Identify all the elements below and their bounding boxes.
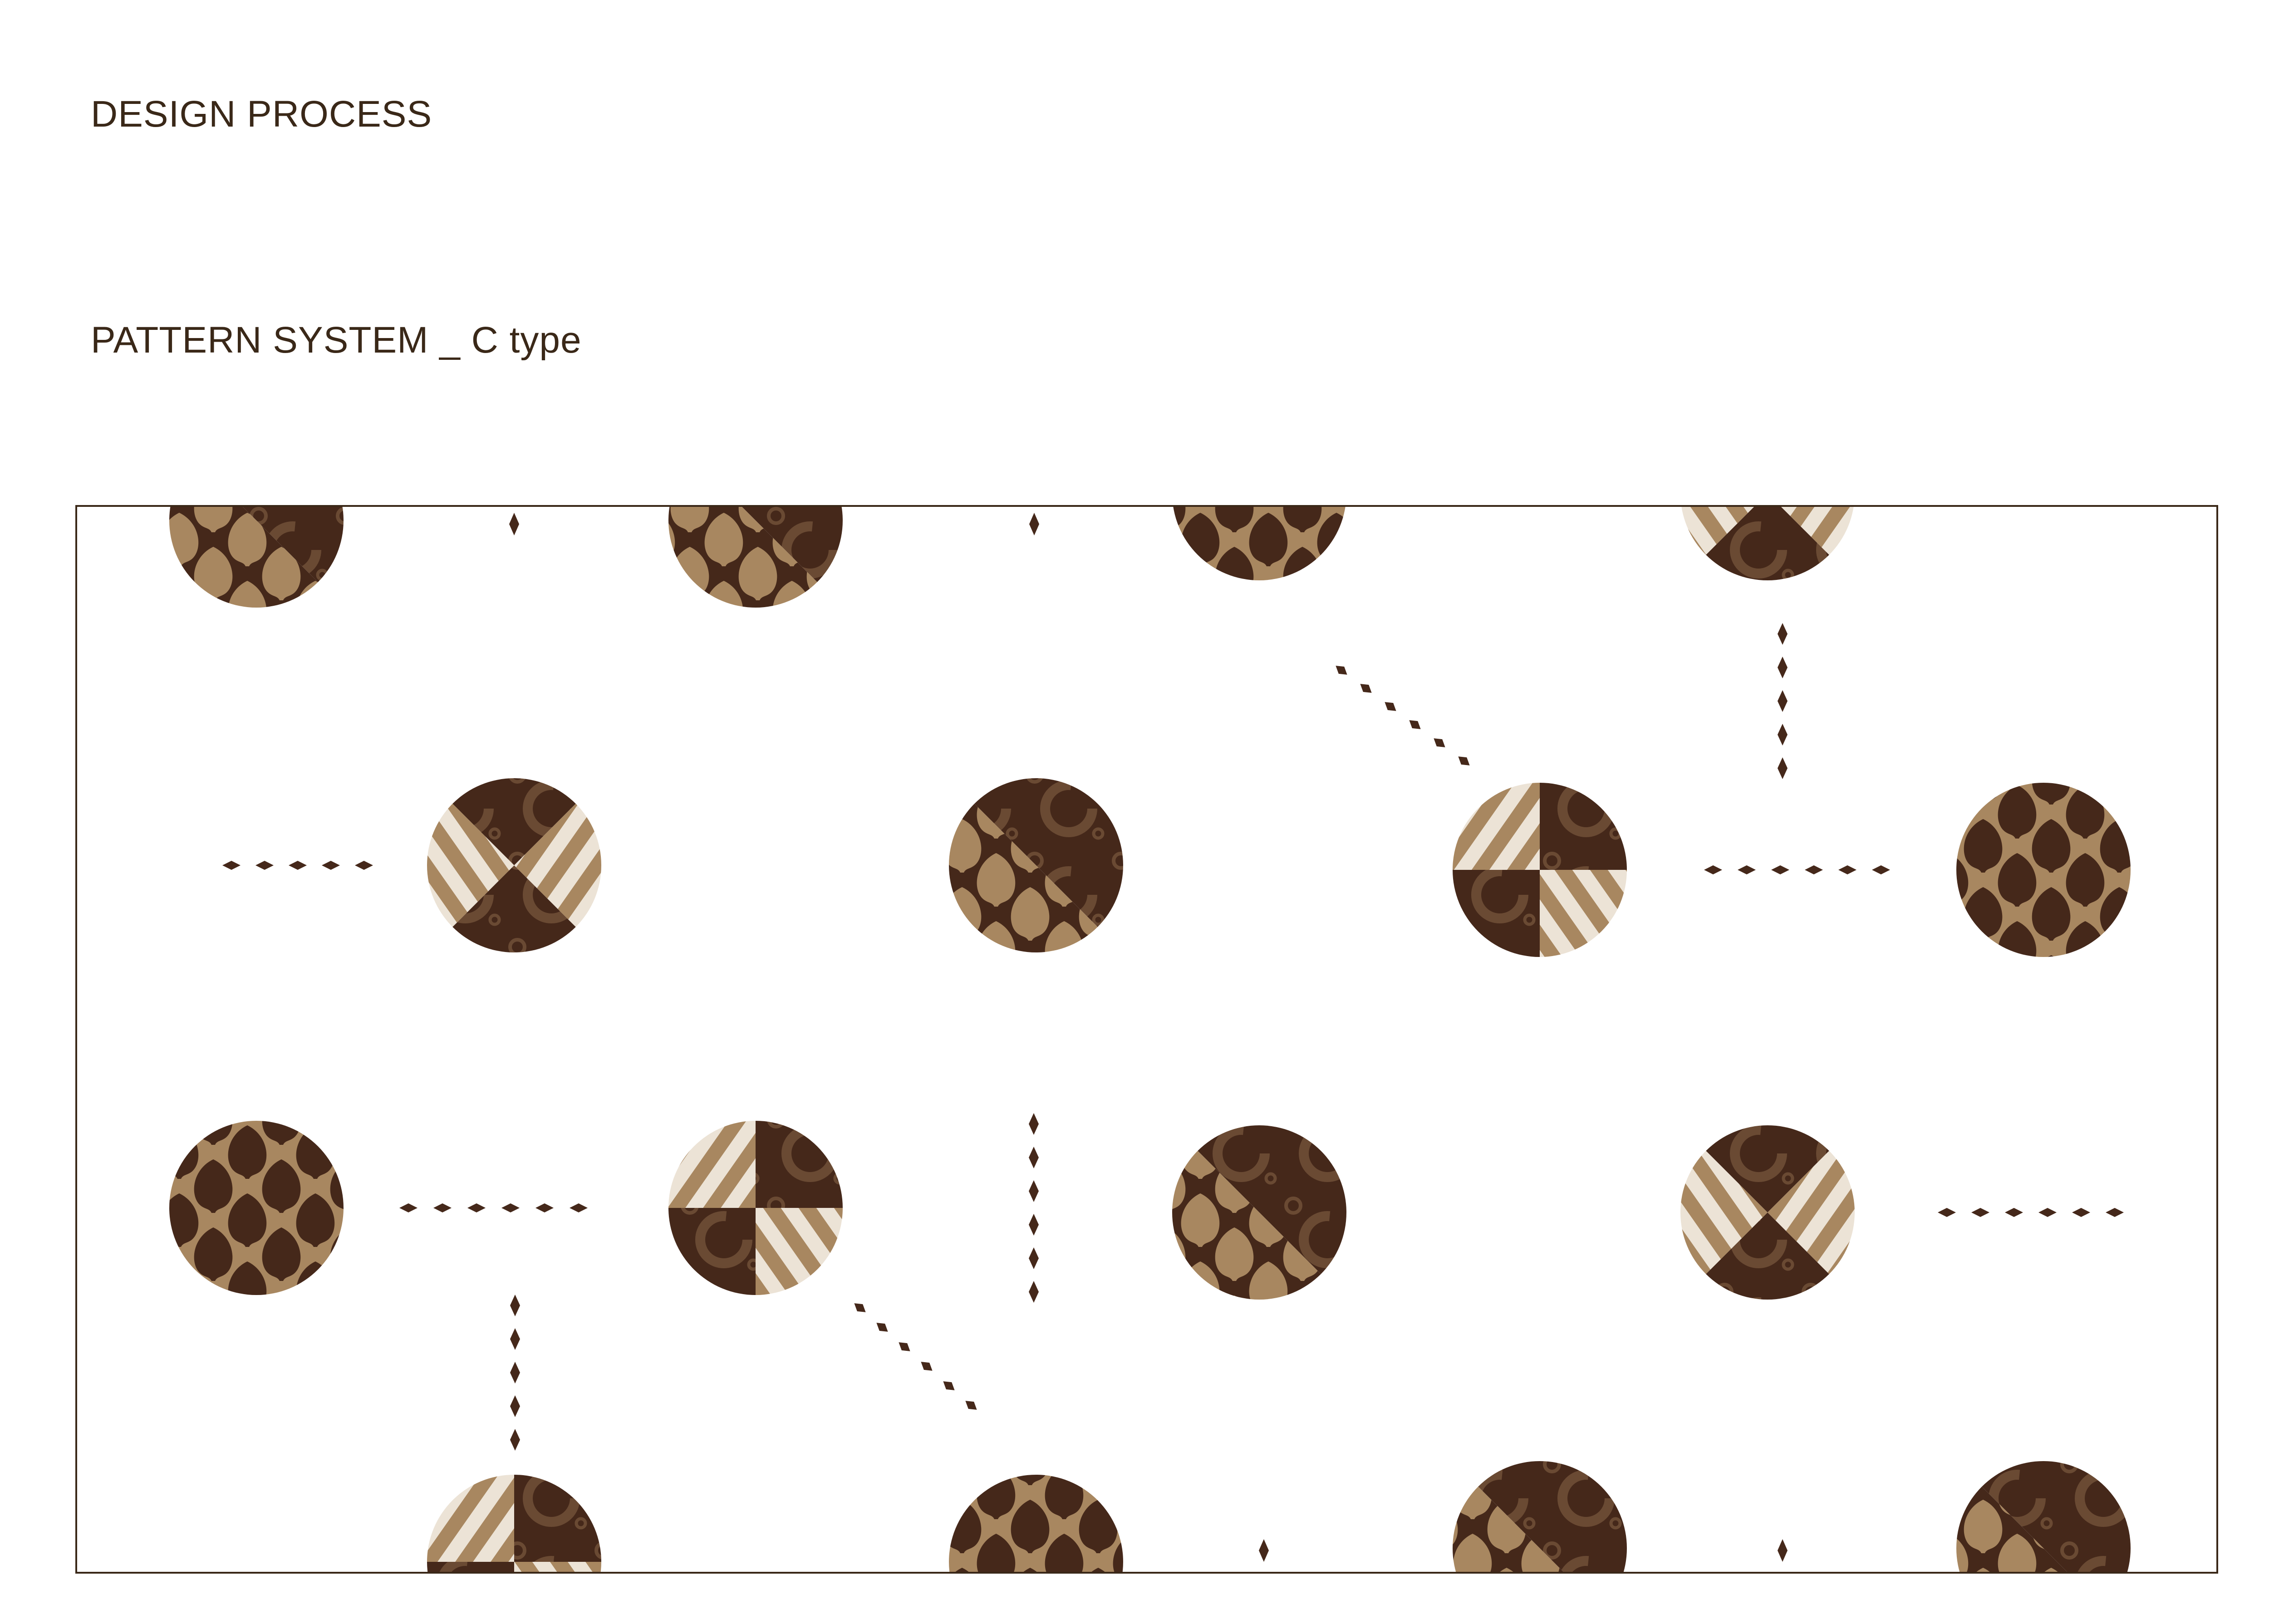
- pattern-medallion: [169, 1121, 344, 1295]
- pattern-medallion: [1956, 1461, 2131, 1572]
- diamond-dot: [854, 1303, 866, 1312]
- pattern-medallion: [1453, 783, 1627, 957]
- diamond-dot: [1738, 865, 1756, 874]
- pattern-medallion: [1680, 507, 1855, 580]
- diamond-dot: [255, 861, 274, 870]
- diamond-dot: [322, 861, 340, 870]
- diamond-dot: [1029, 1113, 1039, 1135]
- diamond-dot: [1778, 690, 1788, 712]
- diamond-dot: [510, 1328, 520, 1350]
- diamond-dot: [1409, 720, 1421, 729]
- diamond-dot: [1259, 1539, 1269, 1562]
- diamond-dot: [1771, 865, 1789, 874]
- diamond-dot: [501, 1203, 520, 1212]
- diamond-dot: [1778, 724, 1788, 746]
- diamond-dot: [1704, 865, 1722, 874]
- diamond-dot: [1029, 1281, 1039, 1303]
- diamond-dot: [965, 1401, 977, 1410]
- pattern-medallion: [668, 1121, 843, 1295]
- diamond-dot: [570, 1203, 588, 1212]
- diamond-dot: [1029, 1147, 1039, 1168]
- diamond-dot: [2072, 1208, 2090, 1217]
- diamond-dot: [876, 1323, 888, 1332]
- diamond-dot: [509, 513, 519, 535]
- pattern-medallion: [668, 507, 843, 608]
- diamond-dot: [899, 1342, 910, 1351]
- diamond-dot: [535, 1203, 554, 1212]
- diamond-dot: [433, 1203, 452, 1212]
- pattern-medallion: [1453, 1461, 1627, 1572]
- diamond-dot: [510, 1429, 520, 1451]
- pattern-medallion: [1680, 1125, 1855, 1300]
- diamond-dot: [222, 861, 241, 870]
- diamond-dot: [1434, 738, 1445, 747]
- diamond-dot: [1458, 756, 1470, 765]
- diamond-dot: [1778, 1539, 1788, 1562]
- diamond-dot: [2106, 1208, 2124, 1217]
- pattern-medallion: [1172, 1125, 1346, 1300]
- diamond-dot: [2038, 1208, 2057, 1217]
- diamond-dot: [510, 1295, 520, 1316]
- pattern-system-subtitle: PATTERN SYSTEM _ C type: [91, 319, 582, 361]
- diamond-dot: [1778, 623, 1788, 645]
- diamond-dot: [510, 1395, 520, 1417]
- diamond-dot: [1838, 865, 1856, 874]
- diamond-dot: [355, 861, 373, 870]
- diamond-dot: [289, 861, 307, 870]
- pattern-medallion: [427, 1475, 601, 1572]
- diamond-dot: [1029, 1180, 1039, 1202]
- diamond-dot: [1360, 684, 1372, 693]
- diamond-dot: [921, 1362, 933, 1371]
- diamond-dot: [1385, 702, 1396, 711]
- pattern-medallion: [949, 778, 1123, 952]
- section-title: DESIGN PROCESS: [91, 93, 432, 135]
- diamond-dot: [1938, 1208, 1956, 1217]
- diamond-dot: [2005, 1208, 2023, 1217]
- diamond-dot: [1336, 666, 1347, 675]
- diamond-dot: [1778, 657, 1788, 678]
- pattern-medallion: [427, 778, 601, 952]
- pattern-medallion: [949, 1475, 1123, 1572]
- pattern-medallion: [1956, 783, 2131, 957]
- diamond-dot: [943, 1381, 955, 1390]
- pattern-medallion: [169, 507, 344, 608]
- pattern-svg: [169, 507, 2131, 1572]
- diamond-dot: [1778, 757, 1788, 779]
- diamond-dot: [1029, 1247, 1039, 1269]
- diamond-dot: [510, 1362, 520, 1384]
- diamond-dot: [1805, 865, 1823, 874]
- diamond-dot: [467, 1203, 486, 1212]
- pattern-canvas: [75, 505, 2218, 1574]
- diamond-dot: [1029, 1214, 1039, 1236]
- diamond-dot: [1971, 1208, 1989, 1217]
- diamond-dot: [1029, 513, 1039, 535]
- pattern-medallion: [1172, 507, 1346, 580]
- diamond-dot: [1872, 865, 1890, 874]
- diamond-dot: [399, 1203, 417, 1212]
